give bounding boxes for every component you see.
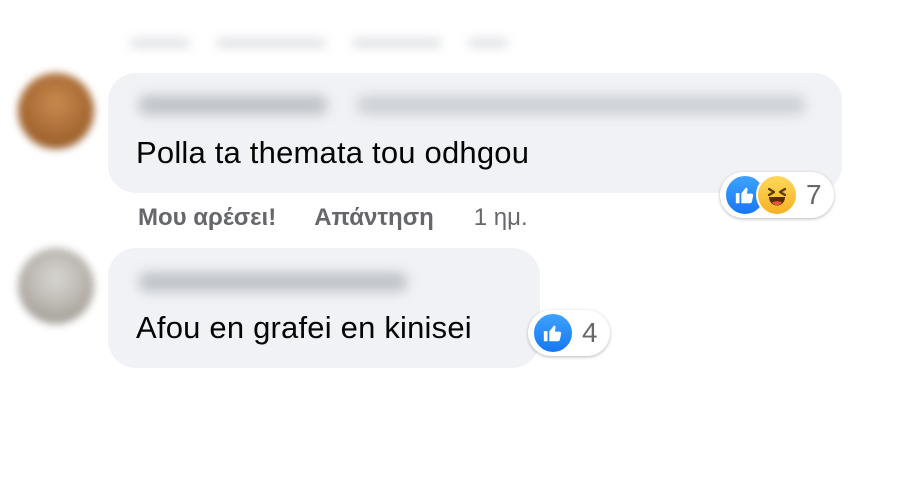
haha-reaction-icon	[756, 174, 798, 216]
like-button[interactable]: Μου αρέσει!	[138, 204, 276, 232]
blurred-previous-comment-actions	[130, 38, 600, 56]
reply-button[interactable]: Απάντηση	[314, 204, 434, 232]
reaction-count: 4	[582, 317, 598, 348]
reaction-summary[interactable]: 4	[528, 310, 610, 356]
comment-bubble: Afou en grafei en kinisei	[108, 248, 540, 368]
like-reaction-icon	[532, 312, 574, 354]
reaction-count: 7	[806, 179, 822, 210]
comment-actions: Μου αρέσει! Απάντηση 1 ημ.	[138, 200, 528, 236]
blurred-author-info	[356, 95, 806, 115]
avatar[interactable]	[18, 73, 94, 149]
comment-text: Polla ta themata tou odhgou	[136, 135, 530, 170]
avatar[interactable]	[18, 248, 94, 324]
comment-text: Afou en grafei en kinisei	[136, 310, 472, 345]
blurred-author-name[interactable]	[138, 95, 328, 115]
reaction-summary[interactable]: 7	[720, 172, 834, 218]
blurred-author-name[interactable]	[138, 272, 408, 292]
timestamp[interactable]: 1 ημ.	[474, 204, 528, 232]
